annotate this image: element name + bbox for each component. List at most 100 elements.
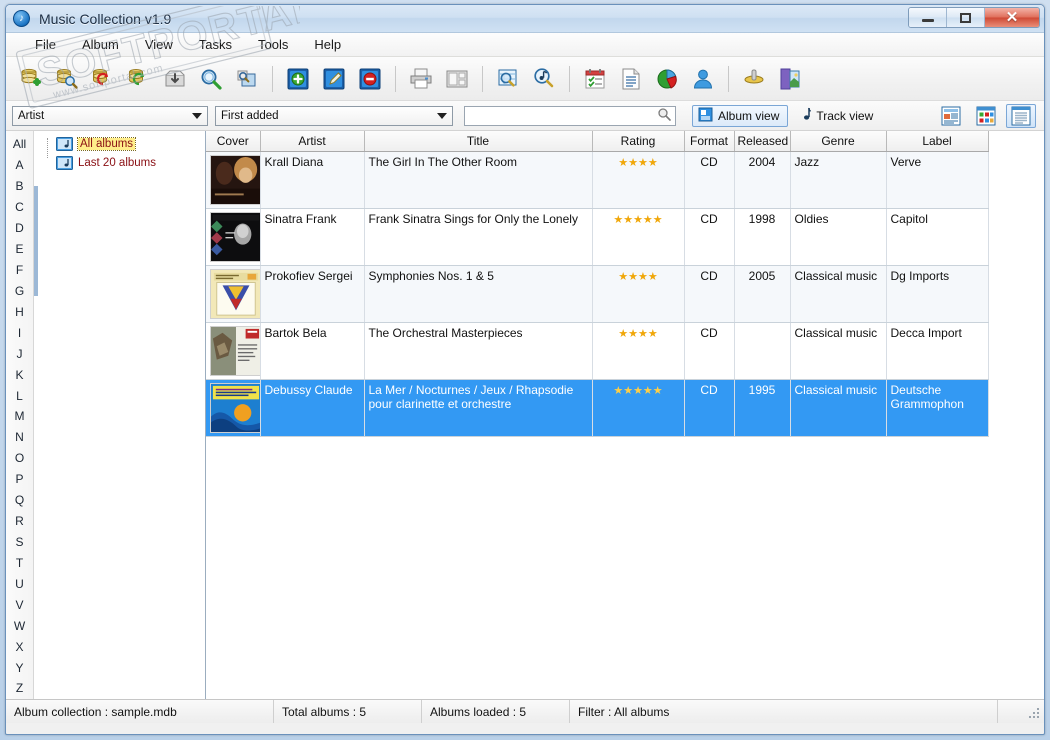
search-box[interactable] <box>464 105 676 126</box>
column-header-title[interactable]: Title <box>364 131 593 152</box>
alpha-item-b[interactable]: B <box>8 176 32 197</box>
cover-cell[interactable] <box>206 208 261 266</box>
resize-grip-icon[interactable] <box>1029 708 1041 720</box>
menu-item-help[interactable]: Help <box>301 34 354 55</box>
column-header-genre[interactable]: Genre <box>790 131 887 152</box>
alpha-item-k[interactable]: K <box>8 364 32 385</box>
album-view-button[interactable]: Album view <box>692 104 789 127</box>
column-header-released[interactable]: Released <box>734 131 791 152</box>
alpha-item-w[interactable]: W <box>8 615 32 636</box>
table-header-row: Cover Artist Title Rating Format Release… <box>206 131 989 152</box>
column-header-rating[interactable]: Rating <box>592 131 685 152</box>
cover-cell[interactable] <box>206 322 261 380</box>
column-header-label[interactable]: Label <box>886 131 989 152</box>
alpha-item-x[interactable]: X <box>8 636 32 657</box>
statistics-button[interactable] <box>650 61 684 97</box>
alpha-item-m[interactable]: M <box>8 406 32 427</box>
album-folder-icon <box>56 136 73 151</box>
delete-album-button[interactable] <box>353 61 387 97</box>
menu-item-file[interactable]: File <box>22 34 69 55</box>
find-track-button[interactable] <box>527 61 561 97</box>
alpha-item-v[interactable]: V <box>8 594 32 615</box>
open-collection-button[interactable] <box>50 61 84 97</box>
music-note-icon <box>799 107 812 125</box>
import-button[interactable] <box>158 61 192 97</box>
refresh-collection-button[interactable] <box>122 61 156 97</box>
close-button[interactable]: ✕ <box>985 8 1039 27</box>
alpha-item-t[interactable]: T <box>8 552 32 573</box>
new-collection-button[interactable] <box>14 61 48 97</box>
labels-button[interactable] <box>440 61 474 97</box>
alpha-item-q[interactable]: Q <box>8 490 32 511</box>
add-album-button[interactable] <box>281 61 315 97</box>
tree-scrollbar[interactable] <box>34 186 38 296</box>
column-header-artist[interactable]: Artist <box>260 131 365 152</box>
alpha-item-p[interactable]: P <box>8 469 32 490</box>
alpha-item-f[interactable]: F <box>8 260 32 281</box>
menu-item-view[interactable]: View <box>132 34 186 55</box>
cell-label: Verve <box>886 151 989 209</box>
menu-item-album[interactable]: Album <box>69 34 132 55</box>
tree-item-label: All albums <box>76 136 137 151</box>
tree-item-all-albums[interactable]: All albums <box>34 134 205 153</box>
search-icon[interactable] <box>657 107 671 124</box>
menu-item-tasks[interactable]: Tasks <box>186 34 245 55</box>
alpha-item-y[interactable]: Y <box>8 657 32 678</box>
alpha-item-n[interactable]: N <box>8 427 32 448</box>
alpha-item-s[interactable]: S <box>8 532 32 553</box>
rating-stars: ★★★★ <box>618 270 658 283</box>
alpha-item-d[interactable]: D <box>8 218 32 239</box>
list-layout-button[interactable] <box>1006 103 1036 128</box>
report-button[interactable] <box>614 61 648 97</box>
alpha-item-g[interactable]: G <box>8 280 32 301</box>
maximize-button[interactable] <box>947 8 985 27</box>
cell-rating: ★★★★ <box>592 151 685 209</box>
table-row[interactable]: Krall Diana The Girl In The Other Room ★… <box>206 151 989 209</box>
cell-format: CD <box>684 379 735 437</box>
menu-item-tools[interactable]: Tools <box>245 34 301 55</box>
group-by-combo[interactable]: Artist <box>12 105 208 126</box>
preview-button[interactable] <box>230 61 264 97</box>
alpha-item-u[interactable]: U <box>8 573 32 594</box>
alpha-item-l[interactable]: L <box>8 385 32 406</box>
search-album-button[interactable] <box>194 61 228 97</box>
track-view-button[interactable]: Track view <box>793 105 882 127</box>
minimize-button[interactable] <box>909 8 947 27</box>
tree-item-last-20-albums[interactable]: Last 20 albums <box>34 153 205 172</box>
alpha-item-r[interactable]: R <box>8 511 32 532</box>
alpha-item-c[interactable]: C <box>8 197 32 218</box>
browse-button[interactable] <box>491 61 525 97</box>
alpha-item-j[interactable]: J <box>8 343 32 364</box>
thumbnails-layout-button[interactable] <box>971 104 1001 128</box>
details-layout-button[interactable] <box>936 104 966 128</box>
toolbar-separator <box>728 65 729 92</box>
alpha-item-a[interactable]: A <box>8 155 32 176</box>
sort-by-combo[interactable]: First added <box>215 105 453 126</box>
search-input[interactable] <box>469 108 657 123</box>
alpha-item-h[interactable]: H <box>8 301 32 322</box>
alpha-item-e[interactable]: E <box>8 239 32 260</box>
cell-artist: Krall Diana <box>260 151 365 209</box>
table-row[interactable]: Bartok Bela The Orchestral Masterpieces … <box>206 322 989 380</box>
maximize-icon <box>960 12 971 23</box>
toolbar-separator <box>569 65 570 92</box>
print-button[interactable] <box>404 61 438 97</box>
cover-cell[interactable] <box>206 151 261 209</box>
options-button[interactable] <box>737 61 771 97</box>
alpha-item-z[interactable]: Z <box>8 678 32 699</box>
alpha-item-all[interactable]: All <box>8 134 32 155</box>
column-header-cover[interactable]: Cover <box>206 131 261 152</box>
cover-cell[interactable] <box>206 265 261 323</box>
table-row[interactable]: Debussy Claude La Mer / Nocturnes / Jeux… <box>206 379 989 437</box>
column-header-format[interactable]: Format <box>684 131 735 152</box>
table-row[interactable]: Sinatra Frank Frank Sinatra Sings for On… <box>206 208 989 266</box>
alpha-item-i[interactable]: I <box>8 322 32 343</box>
save-collection-button[interactable] <box>86 61 120 97</box>
contacts-button[interactable] <box>686 61 720 97</box>
loan-list-button[interactable] <box>578 61 612 97</box>
alpha-item-o[interactable]: O <box>8 448 32 469</box>
table-row[interactable]: Prokofiev Sergei Symphonies Nos. 1 & 5 ★… <box>206 265 989 323</box>
cover-cell[interactable] <box>206 379 261 437</box>
edit-album-button[interactable] <box>317 61 351 97</box>
exit-button[interactable] <box>773 61 807 97</box>
